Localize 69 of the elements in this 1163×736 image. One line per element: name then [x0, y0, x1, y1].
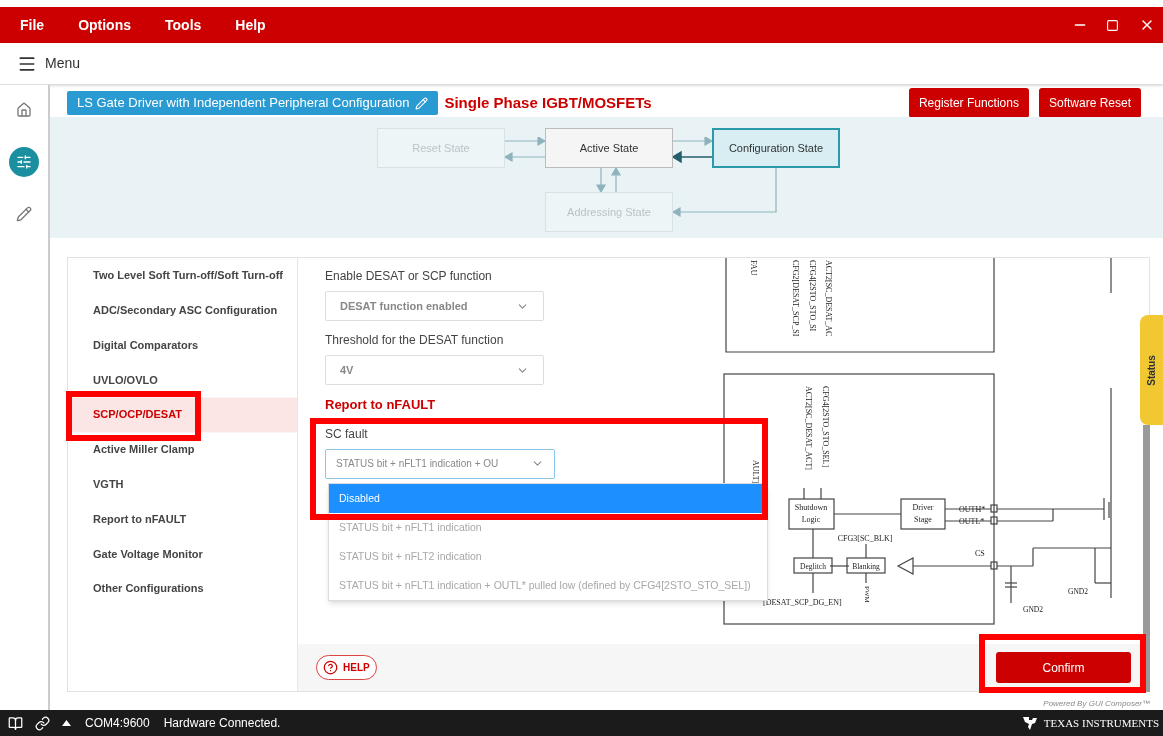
title-chip[interactable]: LS Gate Driver with Independent Peripheral Configuration — [67, 91, 439, 115]
device-subtitle: Single Phase IGBT/MOSFETs — [444, 92, 652, 113]
section-heading: Report to nFAULT — [325, 396, 437, 414]
nav-item[interactable]: ADC/Secondary ASC Configuration — [68, 299, 297, 322]
menu-item[interactable]: Tools — [165, 14, 202, 36]
brand-name: TEXAS INSTRUMENTS — [1043, 715, 1159, 731]
maximize-icon[interactable] — [1106, 18, 1119, 32]
diagram-label: CFG3[SC_BLK] — [837, 534, 893, 543]
diagram-label: CFG4[2STO_STO_SI — [808, 260, 818, 332]
diagram-label: CFG4[2STO_STO_SEL] — [821, 386, 831, 468]
home-icon — [16, 102, 32, 118]
terminal-pads — [990, 504, 998, 570]
select-field[interactable]: STATUS bit + nFLT1 indication + OU — [325, 448, 555, 479]
diagram-label: Stage — [914, 515, 932, 524]
menu-label[interactable]: Menu — [45, 53, 81, 74]
nav-item[interactable]: Report to nFAULT — [68, 507, 297, 530]
diagram-label: FAU — [749, 260, 759, 276]
diagram-label: ACT2[SC_DESAT_AC — [824, 260, 834, 337]
arrow — [610, 166, 622, 193]
arrow — [505, 137, 547, 147]
diagram-label: CS — [975, 549, 985, 558]
nav-item[interactable]: VGTH — [68, 473, 297, 496]
select-field[interactable]: 4V — [325, 355, 544, 385]
pencil-icon — [415, 96, 429, 110]
nav-item[interactable]: Other Configurations — [68, 577, 297, 600]
pencil-icon — [16, 206, 32, 222]
status-tab[interactable]: Status — [1140, 315, 1163, 425]
help-icon — [323, 660, 338, 675]
diagram-label: ACT2[SC_DESAT_ACT] — [804, 386, 814, 470]
nav-item[interactable]: Active Miller Clamp — [68, 438, 297, 461]
menu-item[interactable]: Help — [235, 14, 266, 36]
book-icon[interactable] — [8, 715, 23, 731]
diagram-label: Shutdown — [794, 503, 828, 512]
diagram-label: AULT] — [751, 460, 761, 484]
menu-item[interactable]: Options — [78, 14, 131, 36]
state-node[interactable]: Active State — [545, 128, 673, 168]
diagram-label: Driver — [912, 503, 934, 512]
field-label: SC fault — [325, 425, 369, 443]
connection-status: Hardware Connected. — [163, 715, 281, 732]
diagram-label: OUTH* — [959, 505, 986, 514]
caret-up-icon[interactable] — [62, 720, 71, 726]
header-button[interactable]: Software Reset — [1038, 88, 1141, 118]
diagram-label: [DESAT_SCP_DG_EN] — [763, 598, 842, 607]
sliders-icon — [16, 154, 32, 170]
link-icon[interactable] — [35, 715, 50, 731]
credit-text: Powered By GUI Composer™ — [1043, 698, 1150, 710]
nav-item[interactable]: Gate Voltage Monitor — [68, 542, 297, 565]
nav-item[interactable]: Two Level Soft Turn-off/Soft Turn-off — [68, 264, 297, 287]
nav-item[interactable]: UVLO/OVLO — [68, 368, 297, 391]
nav-item[interactable]: Digital Comparators — [68, 334, 297, 356]
arrow — [672, 137, 714, 147]
arrow — [505, 151, 546, 163]
confirm-button[interactable]: Confirm — [996, 652, 1131, 683]
port-label: COM4:9600 — [85, 715, 150, 732]
help-button[interactable]: HELP — [316, 655, 377, 680]
menu-item[interactable]: File — [20, 14, 45, 36]
rail-button[interactable] — [9, 147, 39, 177]
field-label: Enable DESAT or SCP function — [325, 268, 493, 285]
diagram-label: OUTL* — [959, 517, 985, 526]
state-node[interactable]: Configuration State — [712, 128, 840, 168]
header-button[interactable]: Register Functions — [908, 88, 1029, 118]
arrow — [595, 167, 607, 194]
project-title: LS Gate Driver with Independent Peripheral Configuration — [77, 94, 410, 113]
diagram-label: Logic — [801, 515, 821, 524]
select-field[interactable]: DESAT function enabled — [325, 291, 544, 321]
field-label: Threshold for the DESAT function — [325, 332, 505, 349]
scroll-line — [1110, 258, 1112, 294]
arrow — [671, 150, 713, 164]
diagram-label: CFG2[DESAT_SCP_SI — [791, 260, 801, 337]
